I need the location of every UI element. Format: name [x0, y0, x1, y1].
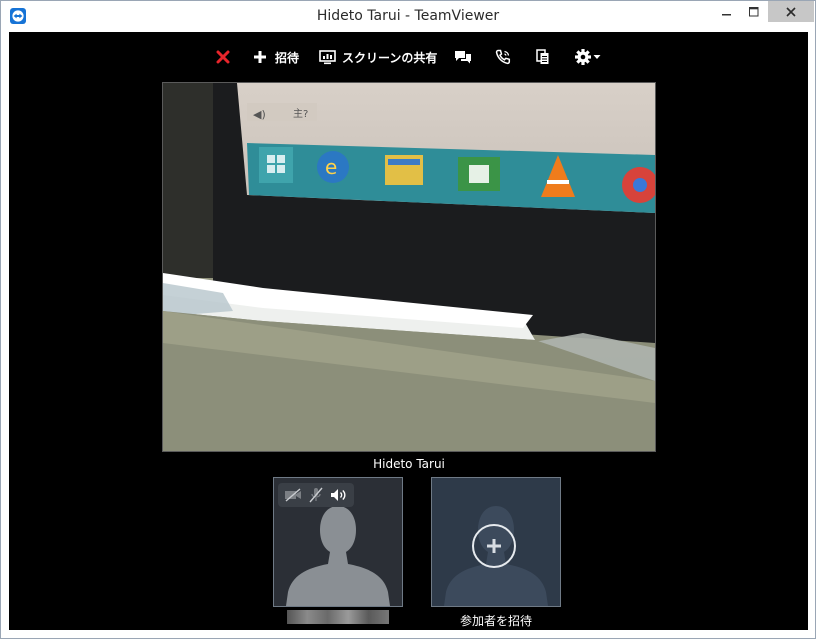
plus-icon — [254, 51, 266, 63]
monitor-icon — [319, 49, 336, 64]
self-name-obscured — [287, 610, 389, 624]
video-off-icon — [285, 488, 302, 502]
share-screen-button[interactable]: スクリーンの共有 — [319, 44, 437, 70]
chat-icon — [455, 50, 471, 63]
speaker-icon — [330, 489, 346, 501]
maximize-button[interactable] — [741, 1, 767, 22]
minimize-button[interactable] — [714, 1, 740, 22]
settings-menu-button[interactable] — [574, 44, 601, 70]
svg-text:◀): ◀) — [253, 108, 266, 121]
close-window-button[interactable] — [768, 1, 814, 22]
phone-icon — [495, 49, 511, 65]
remote-participant-name: Hideto Tarui — [373, 457, 445, 471]
end-session-button[interactable] — [216, 44, 230, 70]
files-button[interactable] — [536, 44, 550, 70]
webcam-image: ◀) 主? e — [163, 83, 655, 451]
chevron-down-icon — [593, 55, 601, 59]
close-session-icon — [216, 50, 230, 64]
close-icon — [786, 6, 796, 17]
remote-video-feed: ◀) 主? e — [162, 82, 656, 452]
add-participant-button[interactable] — [472, 524, 516, 568]
mic-toggle-button[interactable] — [309, 487, 323, 503]
share-screen-label: スクリーンの共有 — [342, 50, 438, 65]
window-title: Hideto Tarui - TeamViewer — [316, 8, 500, 24]
self-video-tile[interactable] — [273, 477, 403, 607]
svg-text:主?: 主? — [293, 108, 308, 120]
self-media-controls — [278, 483, 354, 507]
invite-participant-label: 参加者を招待 — [459, 614, 532, 628]
title-bar[interactable]: Hideto Tarui - TeamViewer — [1, 1, 815, 32]
video-call-area: 招待 スクリーンの共有 ◀) 主? e Hideto Tarui 参加者を招待 — [9, 32, 808, 630]
invite-participant-tile[interactable] — [431, 477, 561, 607]
call-button[interactable] — [495, 44, 511, 70]
teamviewer-window: Hideto Tarui - TeamViewer 招待 スクリーンの共有 ◀)… — [0, 0, 816, 639]
chat-button[interactable] — [454, 44, 472, 70]
plus-icon — [487, 539, 501, 553]
invite-button[interactable]: 招待 — [253, 44, 299, 70]
call-toolbar: 招待 スクリーンの共有 — [9, 44, 808, 70]
files-icon — [536, 49, 549, 64]
speaker-toggle-button[interactable] — [330, 488, 348, 502]
invite-label: 招待 — [275, 50, 300, 65]
mic-off-icon — [309, 487, 323, 503]
gear-icon — [575, 49, 591, 65]
svg-text:e: e — [325, 155, 337, 179]
video-toggle-button[interactable] — [284, 488, 302, 502]
